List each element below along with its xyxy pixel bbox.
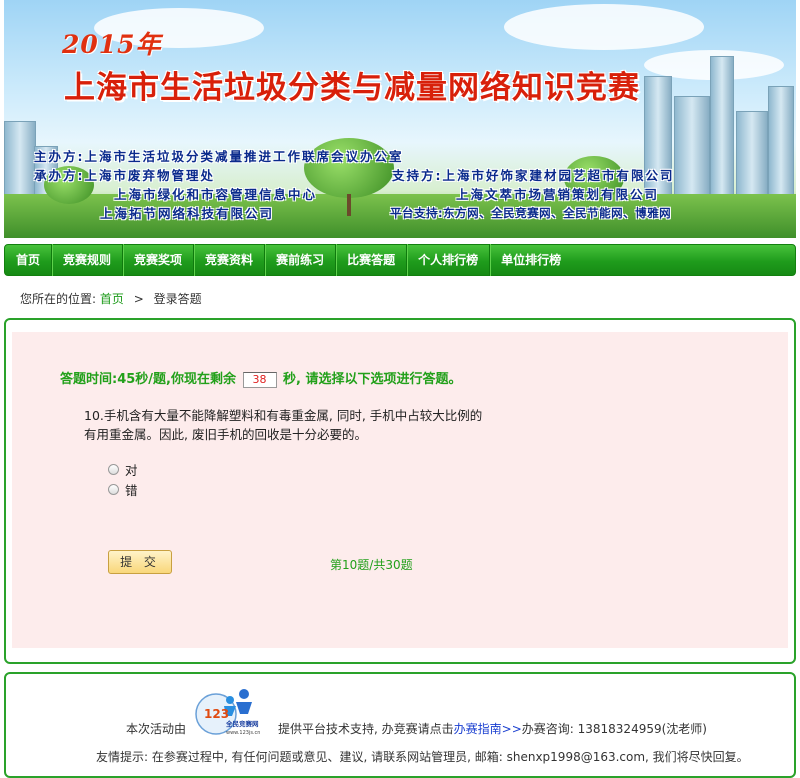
nav-item-answer[interactable]: 比赛答题: [336, 244, 408, 276]
main-nav: 首页 竞赛规则 竞赛奖项 竞赛资料 赛前练习 比赛答题 个人排行榜 单位排行榜: [4, 244, 796, 276]
remaining-seconds-field: 38: [242, 371, 277, 388]
option-true-label[interactable]: 对: [125, 460, 138, 479]
logo-text: 全民竞赛网: [225, 719, 259, 728]
breadcrumb-prefix: 您所在的位置:: [20, 292, 97, 306]
breadcrumb-current: 登录答题: [153, 292, 202, 306]
quiz-container: 答题时间:45秒/题,你现在剩余 38 秒, 请选择以下选项进行答题。 10.手…: [4, 318, 796, 664]
svg-text:123: 123: [204, 707, 229, 721]
footer-support: 提供平台技术支持, 办竞赛请点击办赛指南>>办赛咨询: 13818324959(…: [278, 720, 707, 737]
quiz-timer: 答题时间:45秒/题,你现在剩余 38 秒, 请选择以下选项进行答题。: [60, 368, 462, 388]
breadcrumb-home-link[interactable]: 首页: [100, 292, 124, 306]
footer-tip: 友情提示: 在参赛过程中, 有任何问题或意见、建议, 请联系网站管理员, 邮箱:…: [96, 750, 749, 764]
footer-activity-by: 本次活动由: [126, 722, 187, 736]
breadcrumb: 您所在的位置: 首页 > 登录答题: [20, 290, 202, 307]
banner-co-organizer-2: 上海市绿化和市容管理信息中心: [114, 187, 318, 202]
radio-true[interactable]: [108, 464, 119, 475]
banner-platform: 平台支持:东方网、全民竞赛网、全民节能网、博雅网: [390, 206, 672, 220]
option-false-label[interactable]: 错: [125, 480, 138, 499]
breadcrumb-separator: >: [133, 292, 144, 306]
nav-item-practice[interactable]: 赛前练习: [265, 244, 337, 276]
banner-co-organizer-3: 上海拓节网络科技有限公司: [100, 206, 275, 221]
logo-graphic: 123 全民竞赛网 www.123js.cn: [195, 689, 260, 736]
guide-link[interactable]: 办赛指南>>: [454, 722, 522, 736]
nav-item-materials[interactable]: 竞赛资料: [194, 244, 266, 276]
timer-prefix: 答题时间:45秒/题,你现在剩余: [60, 372, 236, 387]
footer-support-text-1: 提供平台技术支持, 办竞赛请点击: [278, 722, 454, 736]
banner-support-1: 支持方:上海市好饰家建材园艺超市有限公司: [392, 168, 675, 183]
submit-button[interactable]: 提 交: [108, 550, 172, 574]
nav-item-unit-rank[interactable]: 单位排行榜: [490, 244, 572, 276]
radio-false[interactable]: [108, 484, 119, 495]
banner-support-2: 上海文萃市场营销策划有限公司: [456, 187, 660, 202]
footer-support-text-2: 办赛咨询: 13818324959(沈老师): [521, 722, 707, 736]
nav-item-rules[interactable]: 竞赛规则: [52, 244, 124, 276]
banner-co-organizer-1: 承办方:上海市废弃物管理处: [34, 168, 215, 183]
header-banner: 2015年 上海市生活垃圾分类与减量网络知识竞赛 主办方:上海市生活垃圾分类减量…: [4, 0, 796, 238]
platform-logo[interactable]: 123 全民竞赛网 www.123js.cn: [194, 684, 270, 740]
question-progress: 第10题/共30题: [330, 558, 413, 572]
banner-year: 2015年: [62, 30, 162, 59]
timer-suffix: 秒, 请选择以下选项进行答题。: [283, 372, 462, 387]
nav-item-awards[interactable]: 竞赛奖项: [123, 244, 195, 276]
nav-item-home[interactable]: 首页: [5, 244, 53, 276]
option-false[interactable]: 错: [108, 480, 138, 499]
nav-item-personal-rank[interactable]: 个人排行榜: [407, 244, 491, 276]
banner-organizer: 主办方:上海市生活垃圾分类减量推进工作联席会议办公室: [34, 149, 404, 164]
question-text: 10.手机含有大量不能降解塑料和有毒重金属, 同时, 手机中占较大比例的有用重金…: [84, 408, 483, 442]
banner-title: 上海市生活垃圾分类与减量网络知识竞赛: [64, 70, 640, 106]
option-true[interactable]: 对: [108, 460, 138, 479]
quiz-panel: 答题时间:45秒/题,你现在剩余 38 秒, 请选择以下选项进行答题。 10.手…: [12, 332, 788, 648]
logo-url: www.123js.cn: [226, 730, 260, 736]
footer: 本次活动由 123 全民竞赛网 www.123js.cn 提供平台技术支持, 办…: [4, 672, 796, 778]
